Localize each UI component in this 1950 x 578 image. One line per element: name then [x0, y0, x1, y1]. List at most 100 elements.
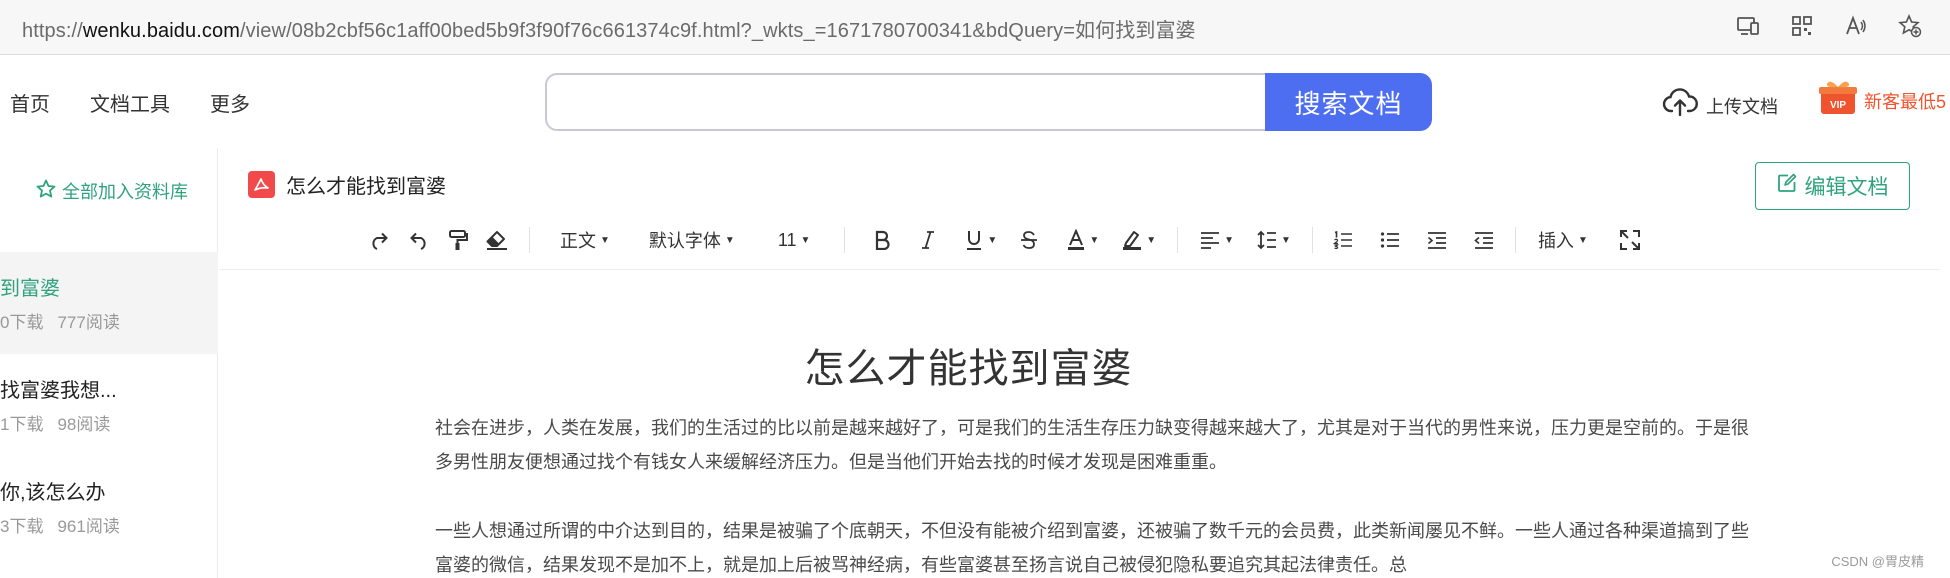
- list-item[interactable]: 找富婆我想... 1下载 98阅读: [0, 354, 218, 456]
- nav-doc-tools[interactable]: 文档工具: [90, 88, 170, 117]
- underline-button[interactable]: ▼: [965, 222, 997, 258]
- toolbar-divider: [1311, 227, 1313, 253]
- list-item-title: 找富婆我想...: [0, 380, 117, 402]
- insert-menu[interactable]: 插入 ▼: [1538, 222, 1588, 258]
- toolbar-divider: [529, 227, 530, 253]
- list-item-meta: 3下载 961阅读: [0, 517, 120, 536]
- align-button[interactable]: ▼: [1200, 222, 1234, 258]
- list-item[interactable]: 到富婆 0下载 777阅读: [0, 252, 218, 354]
- undo-button[interactable]: [408, 222, 430, 258]
- redo-button[interactable]: [368, 222, 390, 258]
- vip-gift-icon: VIP: [1818, 80, 1858, 121]
- fullscreen-button[interactable]: [1619, 222, 1641, 258]
- search-button[interactable]: 搜索文档: [1265, 73, 1432, 131]
- italic-icon: [920, 230, 936, 250]
- caret-down-icon: ▼: [1281, 234, 1291, 246]
- toolbar-divider: [844, 227, 846, 253]
- browser-actions: [1734, 12, 1924, 40]
- pdf-icon: [248, 171, 275, 198]
- edit-label: 编辑文档: [1804, 176, 1889, 199]
- list-item[interactable]: 你,该怎么办 3下载 961阅读: [0, 456, 218, 558]
- caret-down-icon: ▼: [1089, 234, 1100, 246]
- format-painter-button[interactable]: [448, 222, 468, 258]
- document-header: 怎么才能找到富婆 编辑文档 正文 ▼ 默认字体 ▼ 11 ▼ ▼ ▼ ▼ ▼ ▼…: [219, 148, 1940, 270]
- document-title: 怎么才能找到富婆: [804, 347, 1133, 391]
- highlighter-icon: [1122, 229, 1142, 251]
- line-spacing-button[interactable]: ▼: [1257, 222, 1291, 258]
- outdent-button[interactable]: [1474, 222, 1494, 258]
- search-box: 搜索文档: [545, 73, 1432, 131]
- indent-icon: [1427, 231, 1447, 249]
- ordered-list-icon: [1332, 231, 1353, 249]
- url-text[interactable]: https://wenku.baidu.com/view/08b2cbf56c1…: [22, 14, 1196, 43]
- indent-button[interactable]: [1427, 222, 1447, 258]
- format-painter-icon: [448, 229, 468, 251]
- toolbar-divider: [1177, 227, 1179, 253]
- clear-format-button[interactable]: [486, 222, 508, 258]
- editor-toolbar: 正文 ▼ 默认字体 ▼ 11 ▼ ▼ ▼ ▼ ▼ ▼ 插入 ▼: [359, 220, 1650, 260]
- favorite-icon[interactable]: [1896, 12, 1924, 40]
- italic-button[interactable]: [920, 222, 936, 258]
- list-item-title: 你,该怎么办: [0, 482, 106, 504]
- align-left-icon: [1200, 231, 1220, 249]
- site-header: 首页 文档工具 更多 搜索文档 上传文档 VIP 新客最低5: [0, 56, 1950, 148]
- vip-label: 新客最低5: [1864, 91, 1947, 112]
- svg-text:VIP: VIP: [1830, 100, 1846, 111]
- vip-promo[interactable]: VIP 新客最低5: [1818, 80, 1946, 121]
- strikethrough-button[interactable]: [1020, 222, 1038, 258]
- outdent-icon: [1474, 231, 1494, 249]
- upload-button[interactable]: 上传文档: [1662, 88, 1778, 123]
- read-aloud-icon[interactable]: [1842, 12, 1870, 40]
- bold-button[interactable]: [873, 222, 891, 258]
- star-icon: [36, 179, 56, 204]
- bullet-list-icon: [1380, 231, 1400, 249]
- file-name-text: 怎么才能找到富婆: [286, 176, 446, 198]
- caret-down-icon: ▼: [1224, 234, 1235, 246]
- font-color-button[interactable]: ▼: [1067, 222, 1099, 258]
- edit-document-button[interactable]: 编辑文档: [1755, 162, 1910, 210]
- caret-down-icon: ▼: [1577, 234, 1588, 246]
- search-input[interactable]: [545, 73, 1265, 131]
- document-file-name: 怎么才能找到富婆: [248, 170, 446, 199]
- undo-icon: [408, 230, 430, 250]
- strikethrough-icon: [1020, 230, 1038, 250]
- document-content: 怎么才能找到富婆 社会在进步，人类在发展，我们的生活过的比以前是越来越好了，可是…: [219, 271, 1940, 578]
- font-size-select[interactable]: 11 ▼: [778, 222, 811, 258]
- eraser-icon: [486, 230, 508, 250]
- fullscreen-icon: [1619, 229, 1641, 251]
- caret-down-icon: ▼: [987, 234, 998, 246]
- font-family-select[interactable]: 默认字体 ▼: [649, 222, 735, 258]
- font-color-icon: [1067, 229, 1085, 251]
- add-all-to-library-button[interactable]: 全部加入资料库: [36, 178, 188, 204]
- edit-icon: [1777, 173, 1797, 199]
- nav-more[interactable]: 更多: [210, 88, 250, 117]
- device-icon[interactable]: [1734, 12, 1762, 40]
- watermark: CSDN @胃皮精: [1831, 554, 1924, 569]
- add-all-label: 全部加入资料库: [62, 182, 188, 202]
- caret-down-icon: ▼: [1146, 234, 1157, 246]
- line-spacing-icon: [1257, 230, 1277, 250]
- caret-down-icon: ▼: [724, 234, 735, 246]
- caret-down-icon: ▼: [600, 234, 610, 246]
- cloud-upload-icon: [1662, 88, 1698, 123]
- highlight-color-button[interactable]: ▼: [1122, 222, 1156, 258]
- qr-code-icon[interactable]: [1788, 12, 1816, 40]
- document-area: 怎么才能找到富婆 编辑文档 正文 ▼ 默认字体 ▼ 11 ▼ ▼ ▼ ▼ ▼ ▼…: [219, 148, 1940, 578]
- list-item-meta: 0下载 777阅读: [0, 313, 120, 332]
- redo-icon: [368, 230, 390, 250]
- upload-label: 上传文档: [1706, 96, 1778, 117]
- list-item-title: 到富婆: [0, 278, 60, 300]
- browser-address-bar: https://wenku.baidu.com/view/08b2cbf56c1…: [0, 0, 1950, 55]
- list-item-meta: 1下载 98阅读: [0, 415, 111, 434]
- document-paragraph: 社会在进步，人类在发展，我们的生活过的比以前是越来越好了，可是我们的生活生存压力…: [435, 418, 1749, 472]
- bullet-list-button[interactable]: [1380, 222, 1400, 258]
- document-paragraph: 一些人想通过所谓的中介达到目的，结果是被骗了个底朝天，不但没有能被介绍到富婆，还…: [435, 521, 1749, 575]
- top-nav: 首页 文档工具 更多: [10, 88, 250, 117]
- bold-icon: [873, 230, 891, 250]
- ordered-list-button[interactable]: [1332, 222, 1353, 258]
- underline-icon: [965, 229, 983, 251]
- related-docs-sidebar: 全部加入资料库 到富婆 0下载 777阅读 找富婆我想... 1下载 98阅读 你,…: [0, 148, 218, 578]
- caret-down-icon: ▼: [800, 234, 811, 246]
- paragraph-style-select[interactable]: 正文 ▼: [560, 222, 610, 258]
- nav-home[interactable]: 首页: [10, 88, 50, 117]
